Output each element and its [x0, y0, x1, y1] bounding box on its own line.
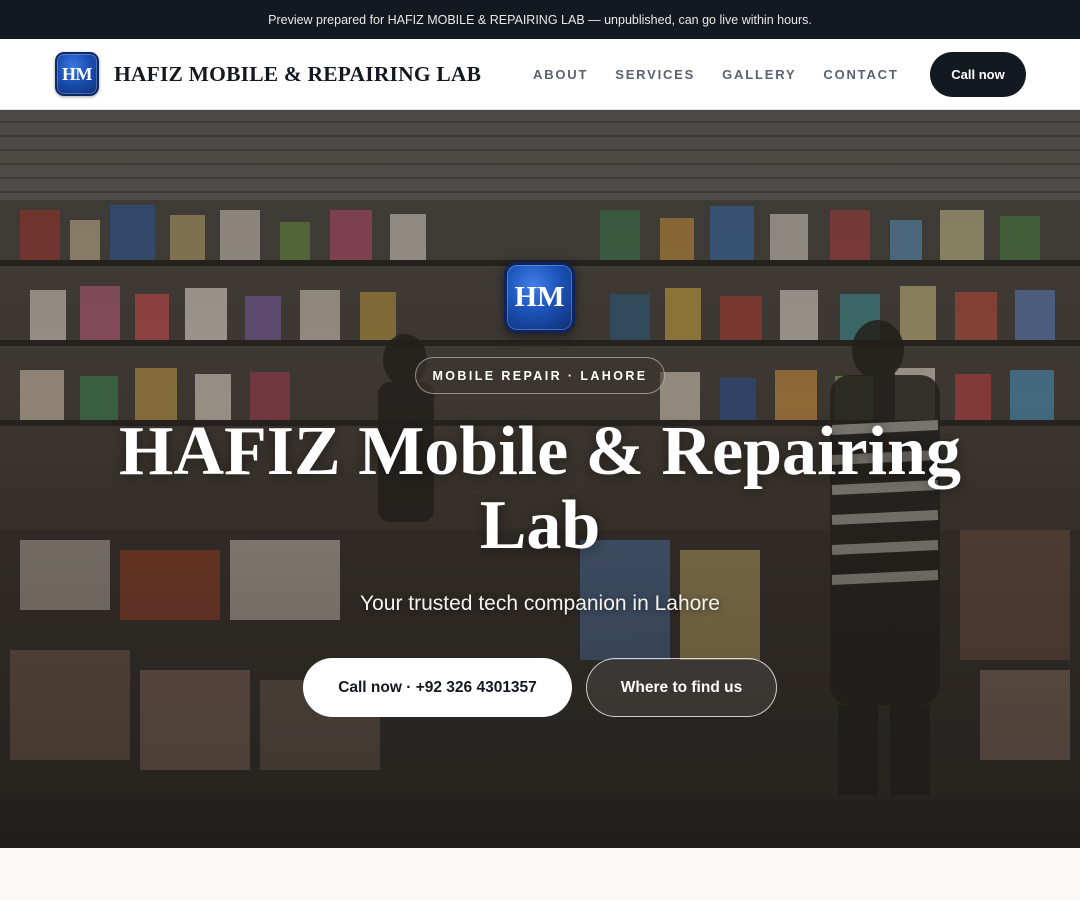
brand-name[interactable]: HAFIZ MOBILE & REPAIRING LAB: [114, 39, 481, 110]
nav-link-gallery[interactable]: GALLERY: [722, 67, 796, 82]
hero-title: HAFIZ Mobile & Repairing Lab: [119, 413, 961, 564]
logo-icon[interactable]: HM: [55, 52, 99, 96]
nav-link-contact[interactable]: CONTACT: [823, 67, 898, 82]
call-phone-button[interactable]: Call now · +92 326 4301357: [303, 658, 572, 717]
where-to-find-us-button[interactable]: Where to find us: [586, 658, 777, 717]
nav-link-about[interactable]: ABOUT: [533, 67, 588, 82]
nav-link-services[interactable]: SERVICES: [615, 67, 695, 82]
call-now-button[interactable]: Call now: [930, 52, 1026, 97]
preview-banner: Preview prepared for HAFIZ MOBILE & REPA…: [0, 0, 1080, 39]
hero-section: HM MOBILE REPAIR · LAHORE HAFIZ Mobile &…: [0, 110, 1080, 848]
hero-subtitle: Your trusted tech companion in Lahore: [360, 592, 720, 615]
hero-logo-icon: HM: [504, 262, 575, 333]
hero-tag-badge: MOBILE REPAIR · LAHORE: [415, 357, 665, 394]
preview-banner-text: Preview prepared for HAFIZ MOBILE & REPA…: [268, 12, 812, 27]
navbar: HM HAFIZ MOBILE & REPAIRING LAB ABOUT SE…: [0, 39, 1080, 110]
nav-links: ABOUT SERVICES GALLERY CONTACT: [533, 39, 899, 110]
